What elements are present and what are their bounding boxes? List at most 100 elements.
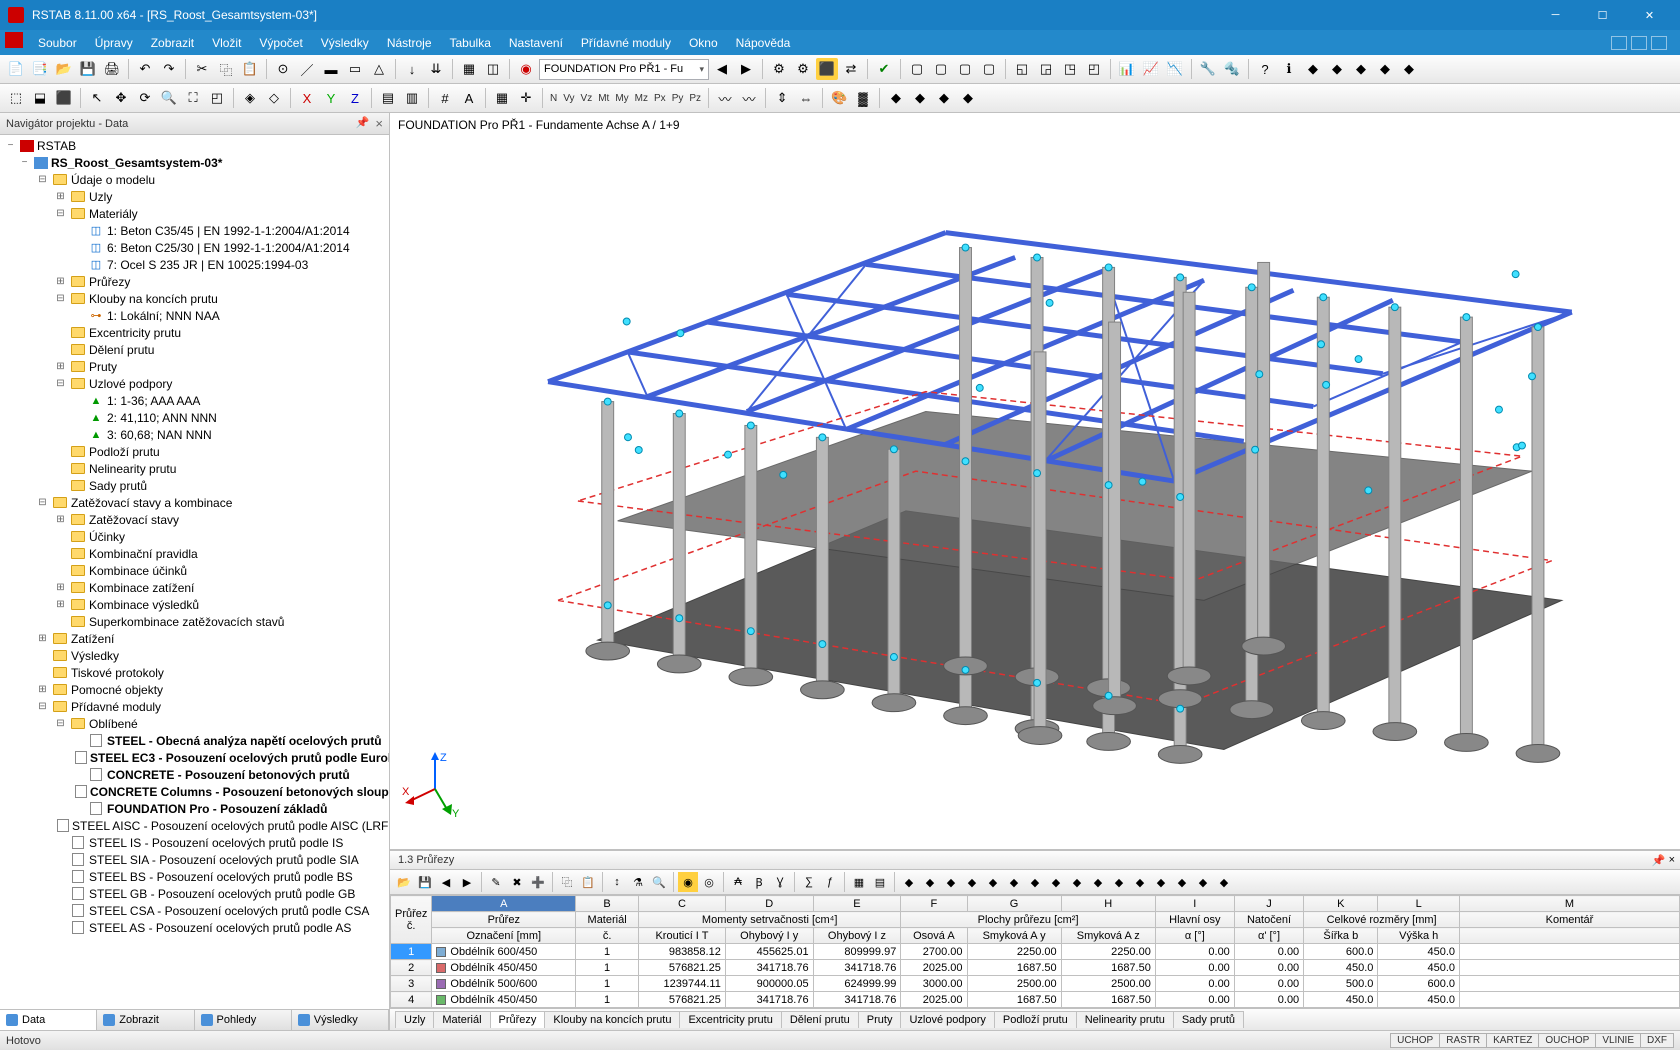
tree-toggle-icon[interactable]: ⊟ xyxy=(36,497,49,508)
v-zoomfit-icon[interactable]: ⛶ xyxy=(182,87,204,109)
chart3-icon[interactable]: 📉 xyxy=(1164,58,1186,80)
menu-přídavné moduly[interactable]: Přídavné moduly xyxy=(572,32,680,54)
line-icon[interactable]: ／ xyxy=(296,58,318,80)
v-ext4-icon[interactable]: ◆ xyxy=(957,87,979,109)
tree-item[interactable]: ▲2: 41,110; ANN NNN xyxy=(0,409,389,426)
table-tab[interactable]: Uzlové podpory xyxy=(900,1011,994,1028)
results-icon[interactable]: ⬛ xyxy=(816,58,838,80)
tree-item[interactable]: STEEL - Obecná analýza napětí ocelových … xyxy=(0,732,389,749)
v-ext2-icon[interactable]: ◆ xyxy=(909,87,931,109)
mdi-minimize[interactable] xyxy=(1611,36,1627,50)
cut-icon[interactable]: ✂ xyxy=(191,58,213,80)
tbl-e11-icon[interactable]: ◆ xyxy=(1109,872,1129,892)
tree-item[interactable]: Dělení prutu xyxy=(0,341,389,358)
tree-toggle-icon[interactable]: ⊞ xyxy=(54,276,67,287)
status-cell[interactable]: DXF xyxy=(1640,1033,1674,1048)
tools2-icon[interactable]: 🔩 xyxy=(1221,58,1243,80)
tbl-filter-icon[interactable]: ⚗ xyxy=(628,872,648,892)
menu-vložit[interactable]: Vložit xyxy=(203,32,250,54)
tree-item[interactable]: ◫7: Ocel S 235 JR | EN 10025:1994-03 xyxy=(0,256,389,273)
tree-item[interactable]: ⊟Materiály xyxy=(0,205,389,222)
v-axes-icon[interactable]: ✛ xyxy=(515,87,537,109)
tree-item[interactable]: Podloží prutu xyxy=(0,443,389,460)
module-icon[interactable]: ◉ xyxy=(515,58,537,80)
calc-icon[interactable]: ⚙ xyxy=(768,58,790,80)
surface-icon[interactable]: ▭ xyxy=(344,58,366,80)
new-var-icon[interactable]: 📑 xyxy=(29,58,51,80)
support-icon[interactable]: △ xyxy=(368,58,390,80)
tree-project[interactable]: − RS_Roost_Gesamtsystem-03* xyxy=(0,154,389,171)
tbl-e2-icon[interactable]: ◆ xyxy=(920,872,940,892)
tree-item[interactable]: ▲1: 1-36; AAA AAA xyxy=(0,392,389,409)
table-row[interactable]: 2Obdélník 450/4501576821.25341718.763417… xyxy=(391,960,1680,976)
tree-item[interactable]: ◫6: Beton C25/30 | EN 1992-1-1:2004/A1:2… xyxy=(0,239,389,256)
window4-icon[interactable]: ▢ xyxy=(978,58,1000,80)
v-color2-icon[interactable]: ▓ xyxy=(852,87,874,109)
v-def-icon[interactable]: 〰 xyxy=(714,87,736,109)
v-z-icon[interactable]: Z xyxy=(344,87,366,109)
tree-item[interactable]: STEEL AISC - Posouzení ocelových prutů p… xyxy=(0,817,389,834)
status-cell[interactable]: OUCHOP xyxy=(1538,1033,1596,1048)
close-button[interactable]: ✕ xyxy=(1627,1,1672,29)
undo-icon[interactable]: ↶ xyxy=(134,58,156,80)
view3-icon[interactable]: ◳ xyxy=(1059,58,1081,80)
tbl-e15-icon[interactable]: ◆ xyxy=(1193,872,1213,892)
view4-icon[interactable]: ◰ xyxy=(1083,58,1105,80)
table-tab[interactable]: Pruty xyxy=(858,1011,902,1028)
tree-item[interactable]: STEEL CSA - Posouzení ocelových prutů po… xyxy=(0,902,389,919)
tree-item[interactable]: Superkombinace zatěžovacích stavů xyxy=(0,613,389,630)
node-icon[interactable]: ⊙ xyxy=(272,58,294,80)
tree-item[interactable]: FOUNDATION Pro - Posouzení základů xyxy=(0,800,389,817)
v-scale2-icon[interactable]: ⇔ xyxy=(795,87,817,109)
v-new-icon[interactable]: ⬚ xyxy=(5,87,27,109)
menu-okno[interactable]: Okno xyxy=(680,32,727,54)
tbl-e13-icon[interactable]: ◆ xyxy=(1151,872,1171,892)
tbl-e3-icon[interactable]: ◆ xyxy=(941,872,961,892)
animate-icon[interactable]: ⇄ xyxy=(840,58,862,80)
tbl-e7-icon[interactable]: ◆ xyxy=(1025,872,1045,892)
maximize-button[interactable]: ☐ xyxy=(1580,1,1625,29)
load2-icon[interactable]: ⇊ xyxy=(425,58,447,80)
module-combo[interactable]: FOUNDATION Pro PŘ1 - Fu xyxy=(539,59,709,80)
navigator-tree[interactable]: − RSTAB − RS_Roost_Gesamtsystem-03* ⊟Úda… xyxy=(0,135,389,1009)
tree-item[interactable]: STEEL SIA - Posouzení ocelových prutů po… xyxy=(0,851,389,868)
v-ext1-icon[interactable]: ◆ xyxy=(885,87,907,109)
v-def2-icon[interactable]: 〰 xyxy=(738,87,760,109)
v-persp-icon[interactable]: ◇ xyxy=(263,87,285,109)
menu-výsledky[interactable]: Výsledky xyxy=(312,32,378,54)
v-mesh-icon[interactable]: ▦ xyxy=(491,87,513,109)
tree-item[interactable]: STEEL EC3 - Posouzení ocelových prutů po… xyxy=(0,749,389,766)
nav-tab-výsledky[interactable]: Výsledky xyxy=(292,1010,389,1030)
status-cell[interactable]: RASTR xyxy=(1439,1033,1487,1048)
ex4-icon[interactable]: ◆ xyxy=(1374,58,1396,80)
menu-tabulka[interactable]: Tabulka xyxy=(441,32,500,54)
table-tab[interactable]: Nelinearity prutu xyxy=(1076,1011,1174,1028)
ex2-icon[interactable]: ◆ xyxy=(1326,58,1348,80)
tbl-view-icon[interactable]: ▦ xyxy=(849,872,869,892)
menu-zobrazit[interactable]: Zobrazit xyxy=(142,32,203,54)
status-cell[interactable]: KARTEZ xyxy=(1486,1033,1539,1048)
tbl-prev-icon[interactable]: ◀ xyxy=(436,872,456,892)
tree-item[interactable]: Sady prutů xyxy=(0,477,389,494)
ex1-icon[interactable]: ◆ xyxy=(1302,58,1324,80)
v-rotate-icon[interactable]: ⟳ xyxy=(134,87,156,109)
tree-item[interactable]: STEEL IS - Posouzení ocelových prutů pod… xyxy=(0,834,389,851)
check-icon[interactable]: ✔ xyxy=(873,58,895,80)
tbl-cols-icon[interactable]: ▤ xyxy=(870,872,890,892)
tbl-e16-icon[interactable]: ◆ xyxy=(1214,872,1234,892)
menu-nastavení[interactable]: Nastavení xyxy=(500,32,572,54)
tbl-e5-icon[interactable]: ◆ xyxy=(983,872,1003,892)
calc2-icon[interactable]: ⚙ xyxy=(792,58,814,80)
tree-item[interactable]: CONCRETE Columns - Posouzení betonových … xyxy=(0,783,389,800)
redo-icon[interactable]: ↷ xyxy=(158,58,180,80)
status-cell[interactable]: UCHOP xyxy=(1390,1033,1440,1048)
panel-close-icon[interactable]: × xyxy=(1669,854,1675,866)
table-tab[interactable]: Průřezy xyxy=(490,1011,546,1028)
table-tab[interactable]: Podloží prutu xyxy=(994,1011,1077,1028)
tree-item[interactable]: ⊟Údaje o modelu xyxy=(0,171,389,188)
tree-item[interactable]: ⊞Pruty xyxy=(0,358,389,375)
tbl-copy-icon[interactable]: ⿻ xyxy=(557,872,577,892)
nav-tab-pohledy[interactable]: Pohledy xyxy=(195,1010,292,1030)
nav-tab-zobrazit[interactable]: Zobrazit xyxy=(97,1010,194,1030)
tree-item[interactable]: Kombinační pravidla xyxy=(0,545,389,562)
